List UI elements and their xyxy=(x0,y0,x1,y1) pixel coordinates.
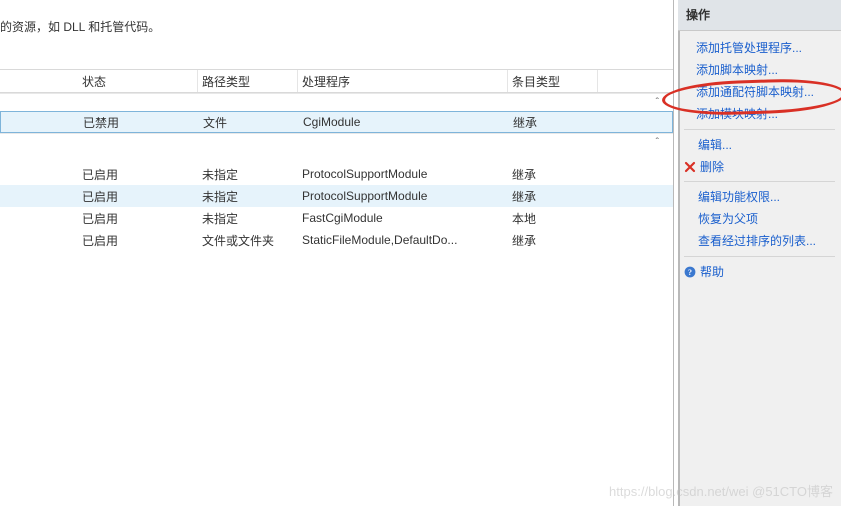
cell-entry: 继承 xyxy=(508,232,598,249)
main-content: 的资源，如 DLL 和托管代码。 状态 路径类型 处理程序 条目类型 ˆ 已禁用… xyxy=(0,0,674,506)
cell-state: 已启用 xyxy=(78,232,198,249)
help-icon: ? xyxy=(684,266,696,278)
action-revert-to-parent[interactable]: 恢复为父项 xyxy=(678,208,841,230)
action-add-module-mapping[interactable]: 添加模块映射... xyxy=(678,103,841,125)
cell-path: 文件或文件夹 xyxy=(198,232,298,249)
table-body: ˆ 已禁用 文件 CgiModule 继承 ˆ 已启用 未指定 Protocol… xyxy=(0,93,673,251)
divider xyxy=(684,256,835,257)
cell-handler: ProtocolSupportModule xyxy=(298,167,508,181)
handler-table: 状态 路径类型 处理程序 条目类型 ˆ 已禁用 文件 CgiModule 继承 … xyxy=(0,69,673,251)
group-collapse-toggle-2[interactable]: ˆ xyxy=(0,133,673,151)
table-row[interactable]: 已启用 未指定 ProtocolSupportModule 继承 xyxy=(0,185,673,207)
cell-handler: ProtocolSupportModule xyxy=(298,189,508,203)
close-icon xyxy=(684,161,696,173)
cell-state: 已启用 xyxy=(78,210,198,227)
cell-handler: FastCgiModule xyxy=(298,211,508,225)
action-add-wildcard-script-mapping[interactable]: 添加通配符脚本映射... xyxy=(678,81,841,103)
cell-handler: StaticFileModule,DefaultDo... xyxy=(298,233,508,247)
table-row[interactable]: 已启用 未指定 ProtocolSupportModule 继承 xyxy=(0,163,673,185)
cell-state: 已禁用 xyxy=(79,114,199,131)
group-collapse-toggle-1[interactable]: ˆ xyxy=(0,93,673,111)
col-header-state[interactable]: 状态 xyxy=(78,70,198,92)
cell-entry: 继承 xyxy=(508,188,598,205)
cell-state: 已启用 xyxy=(78,188,198,205)
action-edit-feature-permissions[interactable]: 编辑功能权限... xyxy=(678,186,841,208)
divider xyxy=(684,181,835,182)
action-delete[interactable]: 删除 xyxy=(678,156,841,177)
divider xyxy=(684,129,835,130)
action-delete-label: 删除 xyxy=(700,158,724,175)
action-help[interactable]: ? 帮助 xyxy=(678,261,841,282)
cell-state: 已启用 xyxy=(78,166,198,183)
actions-body: 添加托管处理程序... 添加脚本映射... 添加通配符脚本映射... 添加模块映… xyxy=(678,31,841,282)
cell-entry: 本地 xyxy=(508,210,598,227)
chevron-down-icon: ˆ xyxy=(656,137,659,148)
table-row[interactable]: 已启用 文件或文件夹 StaticFileModule,DefaultDo...… xyxy=(0,229,673,251)
cell-handler: CgiModule xyxy=(299,115,509,129)
cell-path: 文件 xyxy=(199,114,299,131)
cell-path: 未指定 xyxy=(198,166,298,183)
actions-pane: 操作 添加托管处理程序... 添加脚本映射... 添加通配符脚本映射... 添加… xyxy=(674,0,841,506)
cell-entry: 继承 xyxy=(508,166,598,183)
chevron-down-icon: ˆ xyxy=(656,97,659,108)
cell-path: 未指定 xyxy=(198,188,298,205)
col-header-path[interactable]: 路径类型 xyxy=(198,70,298,92)
cell-path: 未指定 xyxy=(198,210,298,227)
description-text: 的资源，如 DLL 和托管代码。 xyxy=(0,0,673,35)
col-header-entry[interactable]: 条目类型 xyxy=(508,70,598,92)
svg-text:?: ? xyxy=(688,268,692,277)
action-edit[interactable]: 编辑... xyxy=(678,134,841,156)
action-view-ordered-list[interactable]: 查看经过排序的列表... xyxy=(678,230,841,252)
action-add-script-mapping[interactable]: 添加脚本映射... xyxy=(678,59,841,81)
action-add-managed-handler[interactable]: 添加托管处理程序... xyxy=(678,37,841,59)
table-row[interactable]: 已启用 未指定 FastCgiModule 本地 xyxy=(0,207,673,229)
table-header-row: 状态 路径类型 处理程序 条目类型 xyxy=(0,69,673,93)
actions-title: 操作 xyxy=(678,0,841,31)
col-header-handler[interactable]: 处理程序 xyxy=(298,70,508,92)
action-help-label: 帮助 xyxy=(700,263,724,280)
cell-entry: 继承 xyxy=(509,114,599,131)
table-row[interactable]: 已禁用 文件 CgiModule 继承 xyxy=(0,111,673,133)
